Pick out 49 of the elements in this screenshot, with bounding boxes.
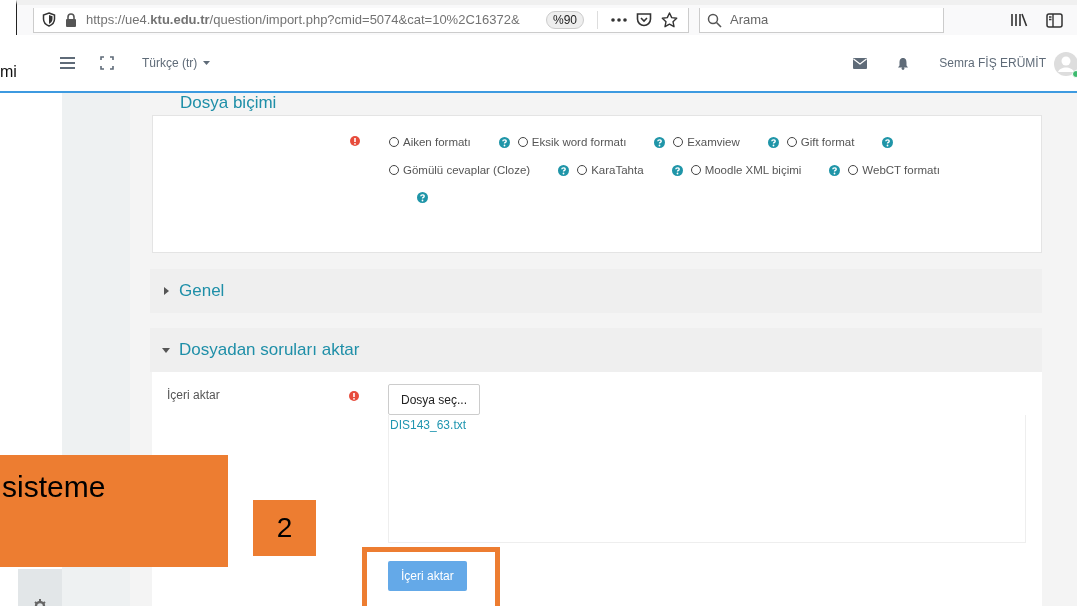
gear-icon xyxy=(33,598,47,606)
caret-icon xyxy=(162,287,170,295)
format-radio[interactable]: KaraTahta xyxy=(577,164,644,176)
sidebar-icon[interactable] xyxy=(1046,12,1063,28)
required-icon xyxy=(349,391,359,401)
help-icon[interactable] xyxy=(498,136,510,148)
format-radio[interactable]: WebCT formatı xyxy=(848,164,940,176)
menu-icon[interactable] xyxy=(60,57,75,69)
format-radio[interactable]: Moodle XML biçimi xyxy=(690,164,802,176)
caret-icon xyxy=(203,61,211,65)
help-icon[interactable] xyxy=(671,164,683,176)
file-drop-area[interactable]: DIS143_63.txt xyxy=(388,415,1026,543)
choose-file-button[interactable]: Dosya seç... xyxy=(388,384,481,415)
language-menu[interactable]: Türkçe (tr) xyxy=(142,56,211,70)
lock-icon xyxy=(65,12,77,27)
mail-icon[interactable] xyxy=(853,57,868,69)
file-link[interactable]: DIS143_63.txt xyxy=(390,418,467,432)
format-radio[interactable]: Aiken formatı xyxy=(389,136,471,148)
library-icon[interactable] xyxy=(1010,13,1028,27)
caret-icon xyxy=(162,346,170,354)
pocket-icon[interactable] xyxy=(636,12,652,27)
help-icon[interactable] xyxy=(829,164,841,176)
step-number-box: 2 xyxy=(253,500,316,556)
bell-icon[interactable] xyxy=(897,56,910,70)
address-bar[interactable]: https://ue4.ktu.edu.tr/question/import.php?cmid=5074&cat=10%2C16372& %90 xyxy=(33,7,689,33)
search-field[interactable]: Arama xyxy=(699,7,944,33)
format-radio[interactable]: Eksik word formatı xyxy=(517,136,627,148)
url-text: https://ue4.ktu.edu.tr/question/import.php?cmid=5074&cat=10%2C16372& xyxy=(86,12,521,27)
help-icon[interactable] xyxy=(654,136,666,148)
section-title: Dosya biçimi xyxy=(180,93,277,113)
site-name-fragment: mi xyxy=(0,63,18,81)
help-icon[interactable] xyxy=(882,136,894,148)
more-icon[interactable] xyxy=(611,17,627,22)
annotation-box: sisteme xyxy=(0,455,228,567)
format-radio[interactable]: Gömülü cevaplar (Cloze) xyxy=(389,164,531,176)
help-icon[interactable] xyxy=(767,136,779,148)
star-icon[interactable] xyxy=(661,11,678,28)
zoom-level[interactable]: %90 xyxy=(546,10,584,29)
format-radio[interactable]: Gift format xyxy=(786,136,855,148)
sidebar-tile[interactable] xyxy=(18,569,62,606)
avatar-icon[interactable] xyxy=(1054,52,1077,78)
fullscreen-icon[interactable] xyxy=(100,56,114,70)
required-icon xyxy=(350,136,360,146)
help-icon[interactable] xyxy=(558,164,570,176)
format-radio[interactable]: Examview xyxy=(673,136,740,148)
shield-icon[interactable] xyxy=(42,12,56,27)
field-label: İçeri aktar xyxy=(167,388,220,402)
help-icon[interactable] xyxy=(417,192,428,203)
user-name[interactable]: Semra FİŞ ERÜMİT xyxy=(939,56,1046,70)
